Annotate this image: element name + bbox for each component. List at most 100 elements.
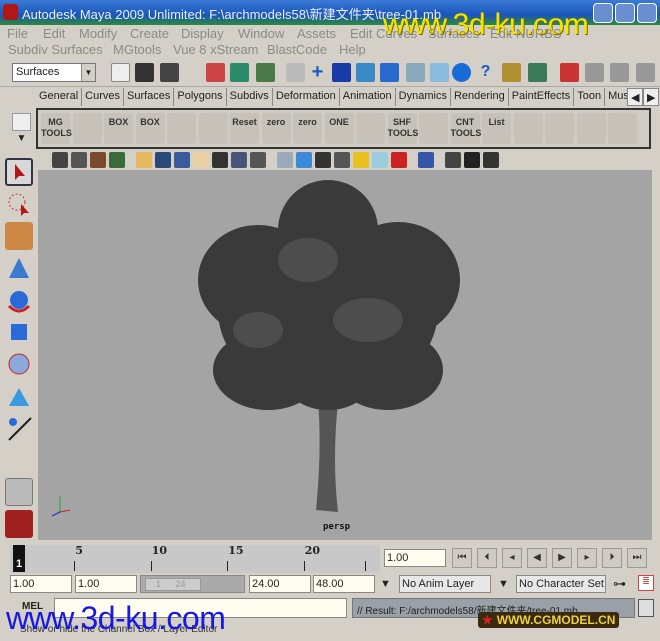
select-highlight-icon[interactable]	[528, 63, 547, 82]
history-icon[interactable]	[430, 63, 449, 82]
current-frame-marker[interactable]: 1	[13, 545, 25, 572]
shelf-button-18[interactable]	[608, 113, 637, 144]
auto-key-icon[interactable]: ⊶	[613, 576, 626, 592]
range-slider[interactable]: 1 24	[140, 575, 245, 593]
menu-blastcode[interactable]: BlastCode	[267, 42, 327, 57]
go-to-end-button[interactable]: ⏭	[627, 548, 647, 568]
tab-polygons[interactable]: Polygons	[174, 88, 227, 106]
panel-tool-icon-7[interactable]	[193, 152, 209, 168]
attribute-editor-icon[interactable]	[585, 63, 604, 82]
step-forward-frame-button[interactable]: ⏵	[602, 548, 622, 568]
tab-scroll-right-button[interactable]: ▶	[643, 88, 660, 106]
tab-painteffects[interactable]: PaintEffects	[509, 88, 575, 106]
shelf-button-0[interactable]: MG TOOLS	[41, 113, 72, 144]
tab-general[interactable]: General	[36, 88, 83, 106]
last-tool-icon[interactable]	[5, 414, 33, 442]
panel-tool-icon-8[interactable]	[212, 152, 228, 168]
playback-start-field[interactable]: 1.00	[75, 575, 137, 593]
shelf-button-6[interactable]: Reset	[230, 113, 259, 144]
select-tool-icon[interactable]	[5, 158, 33, 186]
shelf-button-8[interactable]: zero	[293, 113, 322, 144]
tab-toon[interactable]: Toon	[574, 88, 606, 106]
go-to-start-button[interactable]: ⏮	[452, 548, 472, 568]
tab-scroll-left-button[interactable]: ◀	[627, 88, 644, 106]
menu-assets[interactable]: Assets	[297, 26, 336, 41]
step-back-key-button[interactable]: ◂	[502, 548, 522, 568]
menu-create[interactable]: Create	[130, 26, 169, 41]
soft-mod-tool-icon[interactable]	[5, 382, 33, 410]
panel-tool-icon-13[interactable]	[315, 152, 331, 168]
shelf-button-17[interactable]	[576, 113, 606, 144]
render-icon[interactable]	[452, 63, 471, 82]
paint-select-tool-icon[interactable]	[5, 222, 33, 250]
viewport-persp[interactable]: persp	[38, 170, 652, 540]
shelf-button-3[interactable]: BOX	[135, 113, 165, 144]
panel-tool-icon-6[interactable]	[174, 152, 190, 168]
animation-preferences-icon[interactable]: ≣	[638, 575, 654, 591]
panel-tool-icon-4[interactable]	[136, 152, 152, 168]
lock-icon[interactable]	[502, 63, 521, 82]
shelf-button-14[interactable]: List	[482, 113, 511, 144]
shelf-button-5[interactable]	[198, 113, 228, 144]
shelf-button-10[interactable]	[356, 113, 385, 144]
lock-selection-icon[interactable]	[286, 63, 305, 82]
play-backwards-button[interactable]: ◀	[527, 548, 547, 568]
panel-tool-icon-10[interactable]	[250, 152, 266, 168]
panel-tool-icon-19[interactable]	[445, 152, 461, 168]
tab-curves[interactable]: Curves	[82, 88, 124, 106]
anim-layer-dropdown-icon[interactable]: ▼	[380, 578, 391, 590]
shelf-button-12[interactable]	[419, 113, 448, 144]
snap-plane-icon[interactable]	[380, 63, 399, 82]
step-back-frame-button[interactable]: ⏴	[477, 548, 497, 568]
menu-edit-nurbs[interactable]: Edit NURBS	[490, 26, 562, 41]
menu-help[interactable]: Help	[339, 42, 366, 57]
manipulator-tool-icon[interactable]	[5, 350, 33, 378]
character-set-dropdown-icon[interactable]: ▼	[498, 578, 509, 590]
tab-subdivs[interactable]: Subdivs	[227, 88, 273, 106]
snap-curve-icon[interactable]	[332, 63, 351, 82]
step-forward-key-button[interactable]: ▸	[577, 548, 597, 568]
select-hierarchy-icon[interactable]	[206, 63, 225, 82]
tab-surfaces[interactable]: Surfaces	[124, 88, 175, 106]
select-component-icon[interactable]	[256, 63, 275, 82]
panel-tool-icon-2[interactable]	[90, 152, 106, 168]
character-set-field[interactable]: No Character Set	[516, 575, 606, 593]
panel-tool-icon-18[interactable]	[418, 152, 434, 168]
start-time-field[interactable]: 1.00	[10, 575, 72, 593]
menu-file[interactable]: File	[7, 26, 28, 41]
end-time-field[interactable]: 48.00	[313, 575, 375, 593]
help-icon[interactable]: ?	[476, 63, 495, 82]
open-scene-icon[interactable]	[135, 63, 154, 82]
menu-display[interactable]: Display	[181, 26, 224, 41]
shelf-button-15[interactable]	[513, 113, 543, 144]
shelf-button-9[interactable]: ONE	[324, 113, 354, 144]
tab-dynamics[interactable]: Dynamics	[396, 88, 451, 106]
shelf-button-4[interactable]	[167, 113, 196, 144]
shelf-button-11[interactable]: SHF TOOLS	[387, 113, 418, 144]
save-scene-icon[interactable]	[160, 63, 179, 82]
shelf-button-1[interactable]	[72, 113, 102, 144]
snap-point-icon[interactable]	[356, 63, 375, 82]
tool-settings-icon[interactable]	[610, 63, 629, 82]
tab-animation[interactable]: Animation	[340, 88, 396, 106]
layout-outliner-icon[interactable]	[5, 510, 33, 538]
tab-rendering[interactable]: Rendering	[451, 88, 509, 106]
time-slider[interactable]: 1 5 10 15 20	[10, 544, 380, 573]
play-forwards-button[interactable]: ▶	[552, 548, 572, 568]
layout-single-pane-icon[interactable]	[5, 478, 33, 506]
snap-surface-icon[interactable]	[406, 63, 425, 82]
panel-tool-icon-21[interactable]	[483, 152, 499, 168]
menu-subdiv-surfaces[interactable]: Subdiv Surfaces	[8, 42, 103, 57]
close-button[interactable]	[637, 3, 657, 23]
panel-tool-icon-9[interactable]	[231, 152, 247, 168]
select-object-icon[interactable]	[230, 63, 249, 82]
panel-tool-icon-5[interactable]	[155, 152, 171, 168]
shelf-menu-button[interactable]	[12, 113, 31, 131]
tab-deformation[interactable]: Deformation	[273, 88, 340, 106]
range-slider-handle[interactable]: 1 24	[145, 578, 201, 591]
panel-tool-icon-20[interactable]	[464, 152, 480, 168]
panel-tool-icon-16[interactable]	[372, 152, 388, 168]
lasso-tool-icon[interactable]	[5, 190, 33, 218]
panel-tool-icon-17[interactable]	[391, 152, 407, 168]
minimize-button[interactable]	[593, 3, 613, 23]
